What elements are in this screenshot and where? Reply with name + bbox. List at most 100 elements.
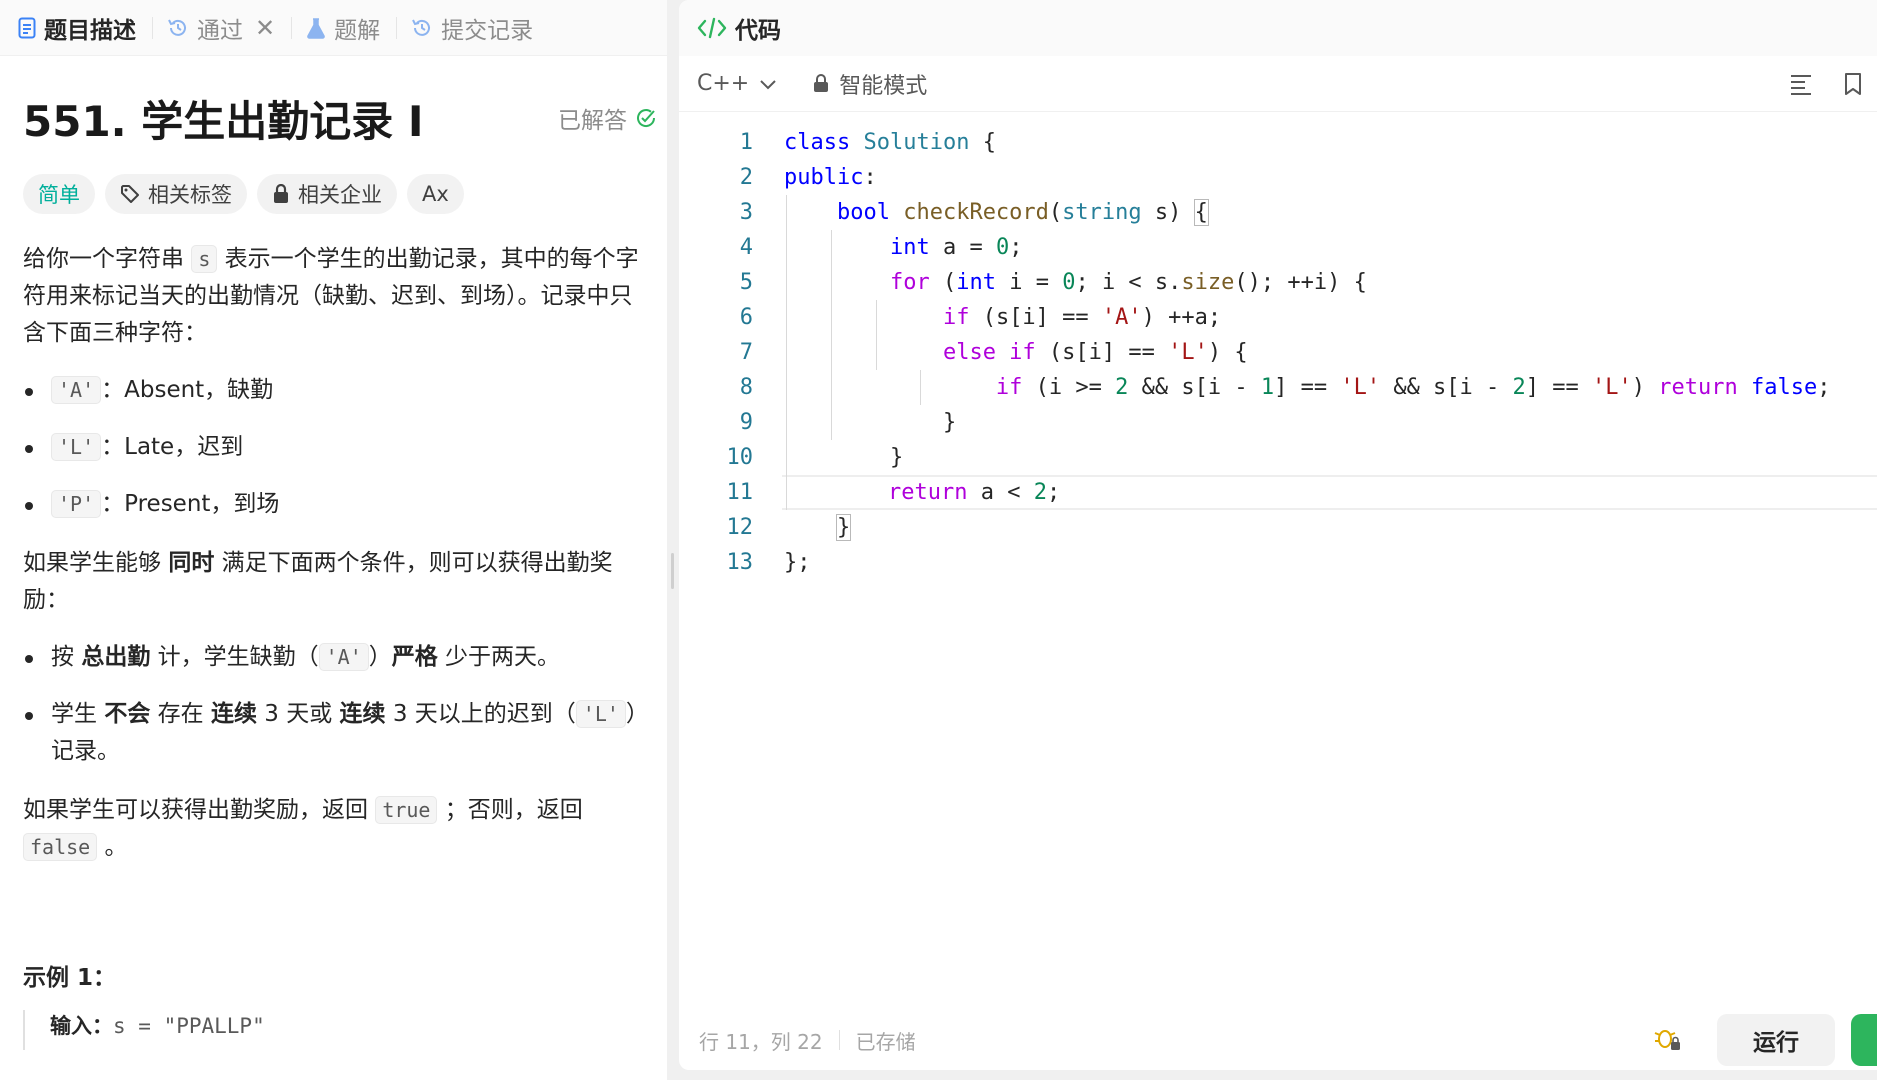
code-token: ( bbox=[1048, 200, 1063, 225]
code-token: i = bbox=[995, 270, 1063, 295]
code-line[interactable]: } bbox=[784, 405, 1877, 440]
list-item: 学生 不会 存在 连续 3 天或 连续 3 天以上的迟到（ 'L' ）记录。 bbox=[23, 696, 645, 770]
tab-solutions[interactable]: 题解 bbox=[306, 0, 394, 56]
tab-submissions-label: 提交记录 bbox=[441, 17, 534, 44]
tab-accepted-label: 通过 bbox=[197, 17, 243, 44]
bookmark-icon[interactable] bbox=[1843, 72, 1863, 96]
code-line[interactable]: return a < 2; bbox=[782, 475, 1877, 510]
line-number: 10 bbox=[726, 445, 754, 470]
check-circle-icon bbox=[637, 109, 656, 127]
code-token: ] == bbox=[1525, 375, 1593, 400]
inline-code: 'P' bbox=[51, 490, 102, 518]
tab-divider bbox=[291, 16, 293, 39]
code-token: ) { bbox=[1207, 340, 1248, 365]
example-block: 输入：s = "PPALLP" bbox=[23, 1010, 645, 1050]
code-token: 2 bbox=[1115, 375, 1129, 400]
code-token: } bbox=[835, 514, 852, 541]
inline-code: 'L' bbox=[575, 700, 626, 728]
problem-panel: 题目描述 通过 ✕ 题解 提交记录 551. 学生出勤记录 I 已解答 简单 相… bbox=[0, 0, 667, 1080]
problem-tabs: 题目描述 通过 ✕ 题解 提交记录 bbox=[0, 0, 667, 56]
code-line[interactable]: for (int i = 0; i < s.size(); ++i) { bbox=[784, 265, 1877, 300]
code-token: return bbox=[887, 480, 968, 505]
lock-icon bbox=[814, 74, 829, 92]
code-token: ; bbox=[1009, 235, 1023, 260]
line-number: 6 bbox=[739, 305, 753, 330]
code-line[interactable]: bool checkRecord(string s) { bbox=[784, 195, 1877, 230]
line-number: 3 bbox=[739, 200, 753, 225]
rule-text: 3 天或 bbox=[256, 701, 340, 727]
debug-icon[interactable] bbox=[1652, 1024, 1682, 1054]
code-token: } bbox=[784, 445, 904, 470]
code-line[interactable]: } bbox=[784, 440, 1877, 475]
code-token: int bbox=[889, 235, 930, 260]
tab-description[interactable]: 题目描述 bbox=[18, 0, 150, 56]
code-token: 2 bbox=[1033, 480, 1047, 505]
history-icon bbox=[167, 17, 189, 39]
tab-submissions[interactable]: 提交记录 bbox=[411, 0, 547, 56]
rule-bold: 严格 bbox=[391, 644, 438, 670]
condition-text: 如果学生能够 bbox=[23, 550, 169, 576]
toolbar-actions bbox=[1789, 56, 1863, 112]
line-number: 4 bbox=[739, 235, 753, 260]
rule-text: 少于两天。 bbox=[437, 644, 561, 670]
code-line[interactable]: public: bbox=[784, 160, 1877, 195]
code-line[interactable]: if (i >= 2 && s[i - 1] == 'L' && s[i - 2… bbox=[784, 370, 1877, 405]
code-line[interactable]: int a = 0; bbox=[784, 230, 1877, 265]
code-token: : bbox=[863, 165, 877, 190]
line-number: 2 bbox=[739, 165, 753, 190]
code-token: if bbox=[942, 305, 970, 330]
line-number: 9 bbox=[739, 410, 753, 435]
code-token: string bbox=[1062, 200, 1142, 225]
tag-row: 简单 相关标签 相关企业 Ax bbox=[23, 174, 645, 214]
difficulty-badge[interactable]: 简单 bbox=[23, 174, 95, 214]
code-line[interactable]: if (s[i] == 'A') ++a; bbox=[784, 300, 1877, 335]
indent-guide bbox=[830, 230, 832, 440]
code-editor[interactable]: 1 2 3 4 5 6 7 8 9 10 11 12 13 class Solu… bbox=[679, 112, 1877, 992]
panel-resize-handle[interactable] bbox=[671, 553, 674, 589]
code-panel-header: 代码 bbox=[679, 0, 1877, 56]
code-token: 0 bbox=[995, 235, 1010, 260]
code-panel-title: 代码 bbox=[735, 18, 781, 44]
code-line[interactable]: } bbox=[784, 510, 1877, 545]
problem-title[interactable]: 551. 学生出勤记录 I bbox=[23, 88, 424, 149]
run-button[interactable]: 运行 bbox=[1717, 1014, 1835, 1066]
inline-code: 'L' bbox=[51, 433, 102, 461]
code-line[interactable]: else if (s[i] == 'L') { bbox=[784, 335, 1877, 370]
inline-code: 'A' bbox=[318, 643, 369, 671]
code-token: int bbox=[956, 270, 996, 295]
related-tags-label: 相关标签 bbox=[148, 183, 232, 207]
close-icon[interactable]: ✕ bbox=[255, 14, 275, 42]
smart-mode-toggle[interactable]: 智能模式 bbox=[813, 68, 927, 100]
line-number: 12 bbox=[726, 515, 754, 540]
code-token: for bbox=[889, 270, 930, 295]
rule-list: 按 总出勤 计，学生缺勤（ 'A' ）严格 少于两天。 学生 不会 存在 连续 3 … bbox=[23, 639, 645, 770]
submit-button[interactable] bbox=[1851, 1014, 1877, 1066]
list-item: 按 总出勤 计，学生缺勤（ 'A' ）严格 少于两天。 bbox=[23, 639, 645, 676]
lock-icon bbox=[272, 184, 290, 204]
code-line[interactable]: }; bbox=[784, 545, 1877, 580]
related-tags-button[interactable]: 相关标签 bbox=[105, 174, 247, 214]
code-line[interactable]: class Solution { bbox=[784, 125, 1877, 160]
rule-text: 按 bbox=[51, 644, 82, 670]
code-token: 2 bbox=[1512, 375, 1526, 400]
list-item-text: ：Present，到场 bbox=[101, 491, 280, 517]
code-token: ; i < s. bbox=[1075, 270, 1182, 295]
code-token: s) bbox=[1141, 200, 1195, 225]
code-lines[interactable]: class Solution {public: bool checkRecord… bbox=[782, 125, 1877, 580]
tab-accepted[interactable]: 通过 ✕ bbox=[167, 0, 289, 56]
language-select[interactable]: C++ bbox=[697, 71, 777, 96]
font-toggle-button[interactable]: Ax bbox=[407, 174, 464, 214]
code-token: 'L' bbox=[1340, 375, 1381, 400]
code-token: Solution bbox=[863, 130, 970, 155]
inline-code: true bbox=[375, 796, 438, 824]
related-companies-button[interactable]: 相关企业 bbox=[257, 174, 397, 214]
tab-description-label: 题目描述 bbox=[44, 17, 136, 44]
format-align-icon[interactable] bbox=[1789, 73, 1813, 95]
code-token: else if bbox=[942, 340, 1036, 365]
list-item-text: ：Absent，缺勤 bbox=[101, 377, 274, 403]
